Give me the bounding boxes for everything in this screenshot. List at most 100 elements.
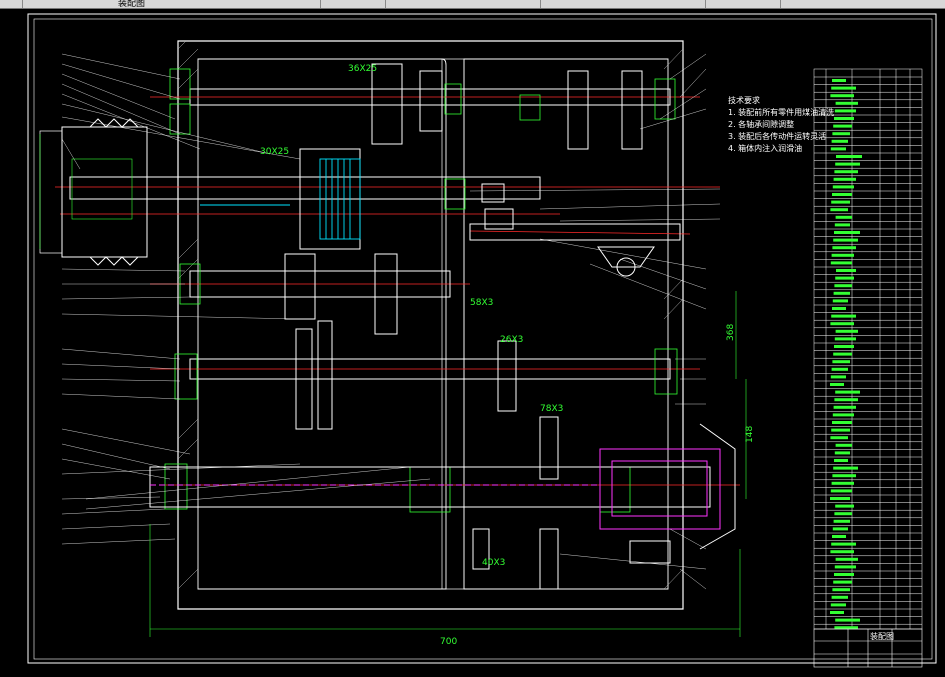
table-entry-mark	[831, 481, 854, 485]
table-entry-mark	[831, 200, 850, 204]
table-entry-mark	[832, 246, 856, 250]
cad-toolbar: 装配图	[0, 0, 945, 9]
table-entry-mark	[832, 307, 846, 310]
note-line: 1. 装配前所有零件用煤油清洗	[728, 107, 834, 117]
table-entry-mark	[834, 284, 852, 288]
gears	[284, 63, 643, 590]
table-entry-mark	[835, 618, 860, 622]
table-entry-mark	[835, 443, 852, 447]
shift-lever	[481, 183, 655, 277]
note-line: 3. 装配后各传动件运转灵活	[728, 131, 826, 141]
table-entry-mark	[831, 86, 856, 90]
parts-list-entries	[830, 79, 862, 630]
title-block-name: 装配图	[870, 631, 894, 641]
gear-label: 58X3	[470, 298, 493, 308]
table-entry-mark	[833, 352, 852, 356]
dimension-height-a: 368	[726, 324, 736, 341]
table-entry-mark	[832, 299, 848, 303]
technical-notes: 技术要求 1. 装配前所有零件用煤油清洗 2. 各轴承间隙调整 3. 装配后各传…	[728, 95, 834, 153]
table-entry-mark	[832, 360, 850, 364]
bearings	[164, 68, 678, 513]
table-entry-mark	[833, 177, 856, 181]
table-entry-mark	[830, 322, 854, 326]
table-entry-mark	[834, 573, 854, 576]
toolbar-separator	[780, 0, 781, 8]
table-entry-mark	[834, 398, 858, 402]
toolbar-separator	[385, 0, 386, 8]
table-entry-mark	[832, 527, 848, 531]
parts-list-table	[813, 68, 923, 630]
table-entry-mark	[832, 185, 854, 189]
gear-label: 36X25	[348, 64, 377, 74]
table-entry-mark	[830, 375, 846, 379]
table-entry-mark	[830, 489, 852, 493]
notes-title: 技术要求	[728, 95, 760, 105]
table-entry-mark	[834, 565, 856, 569]
table-entry-mark	[835, 276, 854, 280]
dimension-height-b: 148	[745, 426, 755, 443]
table-entry-mark	[831, 253, 854, 257]
assembly-drawing: 36X25 30X25 58X3 26X3 78X3 40X3 700 368 …	[27, 13, 937, 668]
table-entry-mark	[832, 132, 850, 136]
table-entry-mark	[832, 474, 856, 478]
gear-label: 26X3	[500, 335, 523, 345]
table-entry-mark	[833, 405, 856, 409]
table-entry-mark	[830, 436, 848, 440]
note-line: 2. 各轴承间隙调整	[728, 119, 794, 129]
toolbar-separator	[320, 0, 321, 8]
table-entry-mark	[834, 345, 854, 348]
table-entry-mark	[830, 261, 852, 265]
v-belt-pulley	[39, 118, 148, 266]
dimension-overall-width: 700	[440, 637, 457, 647]
table-entry-mark	[833, 291, 850, 295]
gear-label: 78X3	[540, 404, 563, 414]
table-entry-mark	[832, 421, 852, 424]
table-entry-mark	[830, 497, 850, 500]
table-entry-mark	[830, 94, 854, 98]
toolbar-separator	[22, 0, 23, 8]
table-entry-mark	[830, 383, 844, 386]
table-entry-mark	[834, 337, 856, 341]
table-entry-mark	[834, 223, 850, 227]
table-entry-mark	[833, 519, 850, 523]
window-title: 装配图	[118, 0, 146, 9]
main-spindle	[149, 423, 736, 564]
table-entry-mark	[830, 611, 844, 614]
toolbar-separator	[705, 0, 706, 8]
toolbar-separator	[540, 0, 541, 8]
table-entry-mark	[831, 139, 848, 143]
table-entry-mark	[834, 459, 848, 462]
table-entry-mark	[833, 238, 858, 242]
table-entry-mark	[832, 413, 854, 417]
table-entry-mark	[835, 557, 858, 561]
table-entry-mark	[832, 535, 846, 538]
table-entry-mark	[835, 162, 860, 166]
table-entry-mark	[834, 109, 856, 113]
table-entry-mark	[834, 512, 852, 516]
cad-drawing-area[interactable]: 36X25 30X25 58X3 26X3 78X3 40X3 700 368 …	[0, 9, 945, 673]
gearbox-housing	[177, 40, 684, 610]
table-entry-mark	[830, 550, 854, 554]
table-entry-mark	[835, 390, 860, 394]
table-entry-mark	[832, 79, 846, 82]
gear-label: 40X3	[482, 558, 505, 568]
table-entry-mark	[831, 595, 848, 599]
table-entry-mark	[834, 117, 854, 120]
table-entry-mark	[836, 269, 856, 272]
table-entry-mark	[833, 124, 852, 128]
table-entry-mark	[835, 504, 854, 508]
table-entry-mark	[830, 603, 846, 607]
table-entry-mark	[830, 208, 848, 212]
table-entry-mark	[835, 329, 858, 333]
table-entry-mark	[831, 542, 856, 546]
table-entry-mark	[833, 580, 852, 584]
table-entry-mark	[832, 588, 850, 592]
title-block	[813, 628, 923, 668]
note-line: 4. 箱体内注入润滑油	[728, 143, 802, 153]
table-entry-mark	[835, 101, 858, 105]
table-entry-mark	[830, 147, 846, 151]
dimension-lines	[39, 134, 747, 637]
table-entry-mark	[836, 155, 862, 158]
table-entry-mark	[834, 231, 860, 234]
table-entry-mark	[831, 428, 850, 432]
